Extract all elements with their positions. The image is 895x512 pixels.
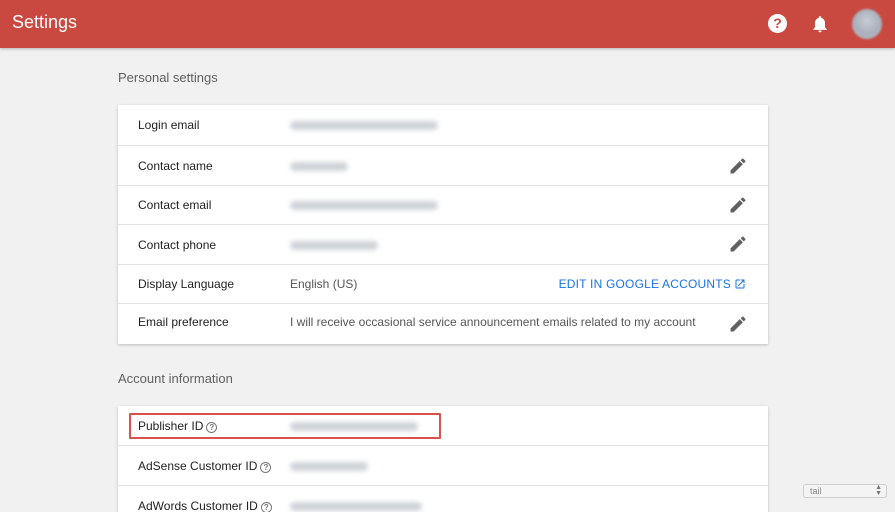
row-contact-name: Contact name [118,146,768,186]
avatar[interactable] [852,9,882,39]
email-preference-label: Email preference [138,315,229,329]
login-email-value [290,121,438,130]
adwords-customer-id-label: AdWords Customer ID? [138,499,272,512]
edit-contact-email-icon[interactable] [728,195,748,215]
tail-select[interactable]: tail ▲ ▼ [803,484,887,498]
help-icon[interactable]: ? [768,14,787,33]
edit-in-google-accounts-link[interactable]: EDIT IN GOOGLE ACCOUNTS [559,277,746,291]
app-header: Settings ? [0,0,895,48]
contact-name-value [290,162,348,171]
adsense-customer-id-text: AdSense Customer ID [138,459,258,473]
personal-settings-title: Personal settings [118,70,218,85]
edit-contact-name-icon[interactable] [728,156,748,176]
adsense-customer-id-label: AdSense Customer ID? [138,459,272,473]
display-language-label: Display Language [138,277,235,291]
account-information-title: Account information [118,371,233,386]
contact-email-label: Contact email [138,198,212,212]
personal-settings-card: Login email Contact name Contact email C… [118,105,768,344]
login-email-label: Login email [138,118,200,132]
adsense-customer-id-value [290,462,368,471]
email-preference-value: I will receive occasional service announ… [290,315,696,329]
row-adsense-customer-id: AdSense Customer ID? [118,446,768,486]
row-login-email: Login email [118,105,768,146]
publisher-id-highlight [129,413,441,439]
external-link-icon [735,279,745,289]
edit-contact-phone-icon[interactable] [728,234,748,254]
help-icon[interactable]: ? [260,502,272,512]
help-icon[interactable]: ? [260,462,272,473]
adwords-customer-id-value [290,502,422,511]
contact-name-label: Contact name [138,159,213,173]
select-arrows-icon: ▲ ▼ [875,484,882,497]
edit-email-preference-icon[interactable] [728,314,748,334]
row-contact-email: Contact email [118,186,768,225]
contact-email-value [290,201,438,210]
display-language-value: English (US) [290,277,358,291]
page-title: Settings [12,12,78,32]
contact-phone-label: Contact phone [138,238,217,252]
row-contact-phone: Contact phone [118,225,768,265]
row-email-preference: Email preference I will receive occasion… [118,304,768,344]
row-adwords-customer-id: AdWords Customer ID? [118,486,768,512]
bell-icon[interactable] [810,13,830,35]
edit-link-label: EDIT IN GOOGLE ACCOUNTS [558,277,731,291]
adwords-customer-id-text: AdWords Customer ID [138,499,258,512]
tail-select-value: tail [810,486,822,496]
contact-phone-value [290,241,378,250]
row-display-language: Display Language English (US) EDIT IN GO… [118,265,768,304]
